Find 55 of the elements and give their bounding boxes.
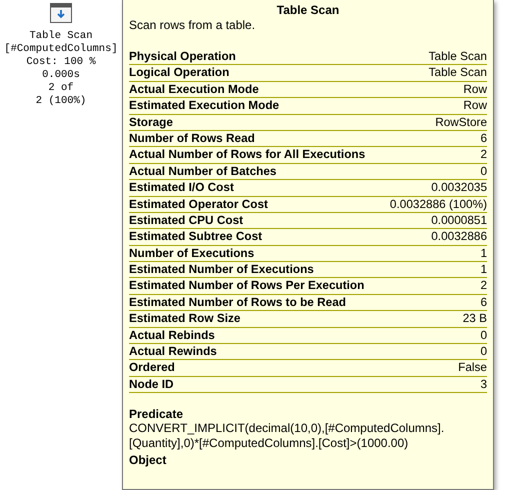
property-value: Row <box>463 98 487 114</box>
node-object: [#ComputedColumns] <box>4 43 118 56</box>
property-value: 3 <box>480 376 487 392</box>
node-rows-line-1: 2 of <box>48 82 74 95</box>
property-value: RowStore <box>435 114 487 130</box>
property-value: Row <box>463 82 487 98</box>
property-name: Actual Execution Mode <box>129 82 259 98</box>
property-value: Table Scan <box>428 65 487 81</box>
property-name: Node ID <box>129 376 174 392</box>
property-name: Number of Rows Read <box>129 130 255 146</box>
node-title: Table Scan <box>29 30 92 43</box>
property-name: Logical Operation <box>129 65 230 81</box>
property-value: 0 <box>480 328 487 344</box>
property-name: Actual Rewinds <box>129 344 217 360</box>
property-name: Actual Number of Batches <box>129 164 276 180</box>
property-name: Estimated I/O Cost <box>129 180 234 196</box>
property-name: Actual Number of Rows for All Executions <box>129 147 366 163</box>
property-name: Estimated Operator Cost <box>129 196 268 212</box>
section-text: CONVERT_IMPLICIT(decimal(10,0),[#ComputedColumns]. <box>129 421 446 436</box>
node-time: 0.000s <box>42 69 80 82</box>
property-name: Estimated Number of Rows Per Execution <box>129 278 364 294</box>
node-cost: Cost: 100 % <box>26 56 96 69</box>
property-value: 6 <box>480 294 487 310</box>
table-scan-icon[interactable] <box>50 3 72 23</box>
property-value: False <box>458 360 487 376</box>
property-name: Number of Executions <box>129 246 254 262</box>
property-value: 0 <box>480 164 487 180</box>
property-value: 2 <box>480 147 487 163</box>
property-value: 0.0032886 <box>431 229 487 245</box>
property-value: 0.0032035 <box>431 180 487 196</box>
property-value: 23 B <box>462 311 487 327</box>
property-name: Storage <box>129 114 173 130</box>
property-value: 6 <box>480 130 487 146</box>
property-value: 1 <box>480 246 487 262</box>
property-value: 2 <box>480 278 487 294</box>
property-value: 0.0032886 (100%) <box>390 196 487 212</box>
property-name: Estimated Subtree Cost <box>129 229 262 245</box>
tooltip-title: Table Scan <box>276 3 340 18</box>
property-value: 1 <box>480 262 487 278</box>
property-name: Actual Rebinds <box>129 328 215 344</box>
property-name: Estimated Row Size <box>129 311 240 327</box>
property-name: Estimated CPU Cost <box>129 212 244 228</box>
property-value: Table Scan <box>428 49 487 64</box>
property-value: 0 <box>480 344 487 360</box>
property-name: Estimated Number of Rows to be Read <box>129 294 346 310</box>
section-text: [Quantity],0)*[#ComputedColumns].[Cost]>(1000.00) <box>129 436 410 452</box>
property-name: Estimated Number of Executions <box>129 262 314 278</box>
property-name: Ordered <box>129 360 175 376</box>
property-name: Physical Operation <box>129 49 236 64</box>
property-value: 0.0000851 <box>431 212 487 228</box>
node-rows-line-2: 2 (100%) <box>36 95 86 108</box>
tooltip-description: Scan rows from a table. <box>129 18 256 33</box>
property-name: Estimated Execution Mode <box>129 98 280 114</box>
section-heading: Predicate <box>129 407 184 422</box>
section-heading: Object <box>129 453 168 468</box>
